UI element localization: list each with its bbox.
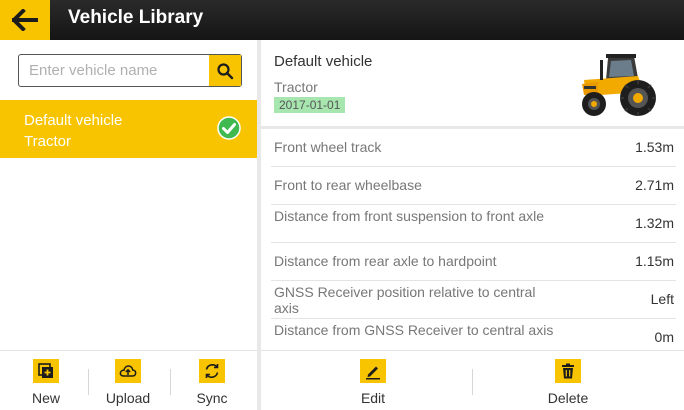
spec-value: 2.71m [635, 177, 674, 193]
app-header: Vehicle Library [0, 0, 684, 40]
spec-row: Distance from rear axle to hardpoint 1.1… [271, 243, 676, 281]
pencil-icon [366, 366, 380, 380]
search-input[interactable] [29, 55, 204, 86]
search-button[interactable] [209, 55, 241, 86]
tractor-image [582, 54, 656, 116]
upload-label: Upload [105, 390, 151, 406]
list-toolbar: New Upload Sync [0, 350, 257, 410]
spec-value: 0m [654, 329, 674, 345]
delete-button[interactable]: Delete [508, 351, 628, 410]
spec-row: Distance from front suspension to front … [271, 205, 676, 243]
new-label: New [31, 390, 60, 406]
search-icon [217, 62, 234, 79]
new-button[interactable]: New [6, 351, 86, 410]
spec-value: 1.32m [635, 215, 674, 231]
new-icon-box [33, 359, 59, 383]
edit-icon-box [360, 359, 386, 383]
detail-toolbar: Edit Delete [261, 350, 684, 410]
toolbar-divider [472, 369, 473, 395]
cloud-upload-icon [119, 365, 137, 377]
sync-icon-box [199, 359, 225, 383]
spec-row: Front wheel track 1.53m [271, 129, 676, 167]
vehicle-list-item[interactable]: Default vehicle Tractor [0, 100, 257, 158]
edit-label: Edit [360, 390, 386, 406]
upload-icon-box [115, 359, 141, 383]
add-copy-icon [38, 363, 53, 378]
sync-label: Sync [196, 390, 228, 406]
spec-label: Distance from GNSS Receiver to central a… [274, 322, 554, 338]
spec-list[interactable]: Front wheel track 1.53m Front to rear wh… [261, 129, 684, 349]
trash-icon [562, 363, 574, 379]
delete-icon-box [555, 359, 581, 383]
back-button[interactable] [0, 0, 50, 40]
date-badge: 2017-01-01 [274, 97, 346, 113]
sync-button[interactable]: Sync [172, 351, 252, 410]
arrow-left-icon [12, 9, 38, 31]
detail-header: Default vehicle Tractor 2017-01-01 [261, 40, 684, 126]
delete-label: Delete [547, 390, 589, 406]
spec-label: GNSS Receiver position relative to centr… [274, 284, 536, 316]
upload-button[interactable]: Upload [88, 351, 168, 410]
spec-row: GNSS Receiver position relative to centr… [271, 281, 676, 319]
search-box [18, 54, 242, 87]
spec-label: Front wheel track [274, 139, 382, 155]
page-title: Vehicle Library [68, 7, 204, 28]
vehicle-list-panel: Default vehicle Tractor New [0, 40, 257, 410]
detail-vehicle-type: Tractor [274, 79, 318, 95]
vehicle-item-name: Default vehicle [24, 112, 123, 129]
check-circle-icon [217, 116, 241, 140]
detail-vehicle-name: Default vehicle [274, 53, 373, 70]
toolbar-divider [170, 369, 171, 395]
spec-value: 1.15m [635, 253, 674, 269]
spec-value: 1.53m [635, 139, 674, 155]
spec-row: Distance from GNSS Receiver to central a… [271, 319, 676, 349]
spec-label: Front to rear wheelbase [274, 177, 422, 193]
spec-label: Distance from front suspension to front … [274, 208, 545, 224]
vehicle-item-type: Tractor [24, 133, 71, 150]
edit-button[interactable]: Edit [313, 351, 433, 410]
spec-label: Distance from rear axle to hardpoint [274, 253, 497, 269]
vehicle-detail-panel: Default vehicle Tractor 2017-01-01 Front… [261, 40, 684, 410]
spec-row: Front to rear wheelbase 2.71m [271, 167, 676, 205]
spec-value: Left [650, 291, 674, 307]
sync-icon [205, 364, 219, 378]
